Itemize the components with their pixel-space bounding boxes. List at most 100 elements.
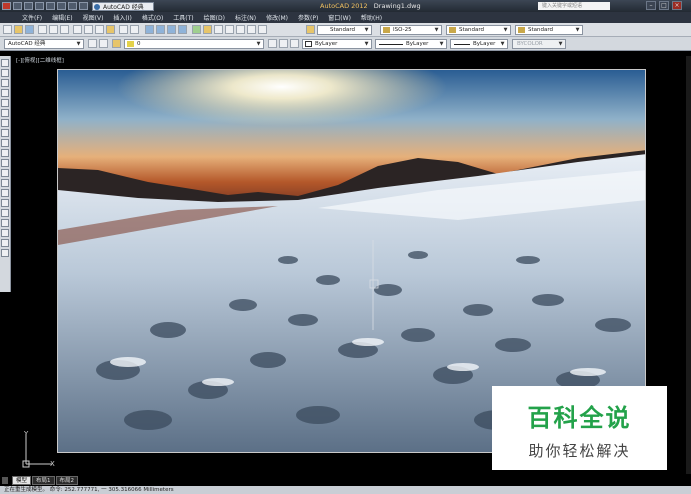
save-icon[interactable]	[25, 25, 34, 34]
open-icon[interactable]	[14, 25, 23, 34]
layer-state-icon[interactable]	[290, 39, 299, 48]
point-icon[interactable]	[1, 189, 9, 197]
copy-icon[interactable]	[84, 25, 93, 34]
revision-cloud-icon[interactable]	[1, 129, 9, 137]
tab-model[interactable]: 模型	[12, 476, 32, 485]
workspace-switch[interactable]: AutoCAD 经典	[92, 1, 154, 11]
design-center-icon[interactable]	[203, 25, 212, 34]
tab-nav-prev[interactable]	[2, 477, 8, 484]
markup-icon[interactable]	[236, 25, 245, 34]
color-select[interactable]: ByLayer ▼	[302, 39, 372, 49]
menu-modify[interactable]: 修改(M)	[266, 13, 288, 22]
layer-previous-icon[interactable]	[279, 39, 288, 48]
mleader-style-select[interactable]: Standard ▼	[515, 25, 583, 35]
ucs-y-label: Y	[24, 430, 29, 438]
spline-icon[interactable]	[1, 139, 9, 147]
menu-format[interactable]: 格式(O)	[142, 13, 163, 22]
plot-icon[interactable]	[38, 25, 47, 34]
close-button[interactable]: ×	[672, 1, 682, 10]
zoom-window-icon[interactable]	[167, 25, 176, 34]
table-icon[interactable]	[1, 229, 9, 237]
chevron-down-icon: ▼	[364, 41, 369, 47]
menu-parametric[interactable]: 参数(P)	[298, 13, 318, 22]
linetype-select[interactable]: ByLayer ▼	[375, 39, 447, 49]
text-style-icon[interactable]	[306, 25, 315, 34]
paste-icon[interactable]	[95, 25, 104, 34]
workspace-settings-icon[interactable]	[88, 39, 97, 48]
menu-file[interactable]: 文件(F)	[22, 13, 42, 22]
workspace-select-value: AutoCAD 经典	[8, 41, 46, 47]
search-input[interactable]: 键入关键字或短语	[538, 2, 610, 10]
pan-icon[interactable]	[145, 25, 154, 34]
minimize-button[interactable]: –	[646, 1, 656, 10]
chevron-down-icon: ▼	[76, 41, 81, 47]
open-icon[interactable]	[24, 2, 33, 10]
quickcalc-icon[interactable]	[247, 25, 256, 34]
document-name: Drawing1.dwg	[373, 2, 421, 10]
circle-icon[interactable]	[1, 119, 9, 127]
arc-icon[interactable]	[1, 109, 9, 117]
properties-icon[interactable]	[192, 25, 201, 34]
table-style-select[interactable]: Standard ▼	[446, 25, 511, 35]
redo-icon[interactable]	[130, 25, 139, 34]
text-style-value: Standard	[330, 27, 356, 33]
text-style-select[interactable]: Standard ▼	[317, 25, 372, 35]
ellipse-icon[interactable]	[1, 149, 9, 157]
add-selected-icon[interactable]	[1, 249, 9, 257]
menu-edit[interactable]: 编辑(E)	[52, 13, 72, 22]
tab-layout2[interactable]: 布局2	[55, 476, 79, 485]
preview-icon[interactable]	[49, 25, 58, 34]
vertical-scrollbar[interactable]	[686, 56, 691, 474]
make-block-icon[interactable]	[1, 179, 9, 187]
print-icon[interactable]	[57, 2, 66, 10]
ellipse-arc-icon[interactable]	[1, 159, 9, 167]
watermark-subtitle: 助你轻松解决	[528, 442, 631, 460]
line-icon[interactable]	[1, 59, 9, 67]
layer-select[interactable]: 0 ▼	[124, 39, 264, 49]
tool-palettes-icon[interactable]	[214, 25, 223, 34]
make-current-layer-icon[interactable]	[268, 39, 277, 48]
save-icon[interactable]	[35, 2, 44, 10]
zoom-previous-icon[interactable]	[178, 25, 187, 34]
match-properties-icon[interactable]	[106, 25, 115, 34]
help-icon[interactable]	[258, 25, 267, 34]
menu-window[interactable]: 窗口(W)	[328, 13, 351, 22]
construction-line-icon[interactable]	[1, 69, 9, 77]
menu-dimension[interactable]: 标注(N)	[235, 13, 256, 22]
polygon-icon[interactable]	[1, 89, 9, 97]
dim-style-icon	[383, 27, 390, 33]
publish-icon[interactable]	[60, 25, 69, 34]
undo-icon[interactable]	[119, 25, 128, 34]
new-icon[interactable]	[13, 2, 22, 10]
maximize-button[interactable]: □	[659, 1, 669, 10]
layer-manager-icon[interactable]	[112, 39, 121, 48]
application-menu-button[interactable]	[2, 2, 11, 10]
new-icon[interactable]	[3, 25, 12, 34]
cut-icon[interactable]	[73, 25, 82, 34]
mtext-icon[interactable]	[1, 239, 9, 247]
menu-tools[interactable]: 工具(T)	[173, 13, 193, 22]
viewport-controls[interactable]: [-][俯视][二维线框]	[16, 56, 64, 64]
menu-insert[interactable]: 插入(I)	[113, 13, 131, 22]
polyline-icon[interactable]	[1, 79, 9, 87]
tab-layout1[interactable]: 布局1	[32, 476, 55, 485]
mleader-style-value: Standard	[528, 27, 554, 33]
lineweight-select[interactable]: ByLayer ▼	[450, 39, 508, 49]
zoom-realtime-icon[interactable]	[156, 25, 165, 34]
gradient-icon[interactable]	[1, 209, 9, 217]
menu-help[interactable]: 帮助(H)	[361, 13, 382, 22]
sheet-set-icon[interactable]	[225, 25, 234, 34]
plotstyle-select[interactable]: BYCOLOR ▼	[512, 39, 566, 49]
menu-view[interactable]: 视图(V)	[83, 13, 104, 22]
region-icon[interactable]	[1, 219, 9, 227]
workspace-save-icon[interactable]	[99, 39, 108, 48]
saveas-icon[interactable]	[46, 2, 55, 10]
dim-style-select[interactable]: ISO-25 ▼	[380, 25, 442, 35]
insert-block-icon[interactable]	[1, 169, 9, 177]
menu-draw[interactable]: 绘图(D)	[204, 13, 225, 22]
workspace-select[interactable]: AutoCAD 经典 ▼	[4, 39, 84, 49]
redo-icon[interactable]	[79, 2, 88, 10]
rectangle-icon[interactable]	[1, 99, 9, 107]
undo-icon[interactable]	[68, 2, 77, 10]
hatch-icon[interactable]	[1, 199, 9, 207]
